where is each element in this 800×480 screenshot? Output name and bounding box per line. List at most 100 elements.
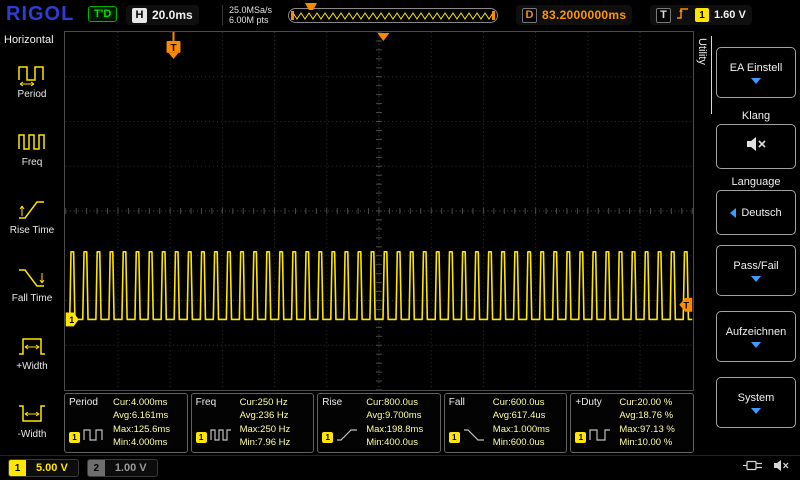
channel-1-scale: 5.00 V: [26, 462, 78, 474]
measurement-panel-duty[interactable]: +Duty 1 Cur:20.00 % Avg:18.76 % Max:97.1…: [570, 393, 694, 453]
menu-item-system[interactable]: System: [716, 372, 796, 433]
measure-cur: Cur:600.0us: [493, 397, 563, 409]
memory-position-bar[interactable]: [288, 8, 498, 23]
measurement-panel-period[interactable]: Period 1 Cur:4.000ms Avg:6.161ms Max:125…: [64, 393, 188, 453]
h-badge: H: [132, 8, 147, 23]
duty-glyph-icon: [589, 428, 611, 447]
memory-window-right-cap: [492, 11, 495, 20]
menu-item-ea-einstell[interactable]: EA Einstell: [716, 42, 796, 103]
svg-text:T: T: [170, 43, 176, 54]
timebase-group[interactable]: H 20.0ms: [126, 5, 199, 25]
measure-avg: Avg:617.4us: [493, 410, 563, 422]
channel-2-badge: 2: [88, 459, 105, 477]
channel-2-scale: 1.00 V: [105, 462, 157, 474]
channel-1-badge: 1: [449, 432, 460, 443]
channel-1-badge: 1: [575, 432, 586, 443]
freq-glyph-icon: [210, 428, 232, 447]
fall-glyph-icon: [463, 428, 485, 447]
trigger-info-group[interactable]: T 1 1.60 V: [650, 5, 752, 25]
trigger-level-value: 1.60 V: [714, 9, 746, 21]
measurement-panel-freq[interactable]: Freq 1 Cur:250 Hz Avg:236 Hz Max:250 Hz …: [191, 393, 315, 453]
freq-icon: [16, 129, 48, 155]
period-icon: [16, 61, 48, 87]
timebase-value: 20.0ms: [152, 8, 193, 22]
plus-width-icon: [16, 333, 48, 359]
graticule-display: T T 1: [64, 31, 694, 391]
left-menu-title: Horizontal: [0, 30, 64, 46]
measure-cur: Cur:250 Hz: [240, 397, 310, 409]
chevron-left-icon: [730, 208, 736, 218]
left-menu-item-fall-time[interactable]: Fall Time: [0, 251, 64, 319]
measure-min: Min:10.00 %: [619, 437, 689, 449]
d-badge: D: [522, 8, 537, 23]
channel-1-badge: 1: [196, 432, 207, 443]
rising-edge-icon: [676, 5, 690, 25]
speaker-muted-icon: [773, 459, 790, 477]
channel-1-badge: 1: [9, 459, 26, 477]
rigol-logo: RIGOL: [6, 3, 74, 26]
measure-cur: Cur:20.00 %: [619, 397, 689, 409]
left-menu-item-plus-width[interactable]: +Width: [0, 319, 64, 387]
measure-avg: Avg:236 Hz: [240, 410, 310, 422]
measure-max: Max:1.000ms: [493, 424, 563, 436]
rise-time-icon: [16, 197, 48, 223]
measurement-panel-rise[interactable]: Rise 1 Cur:800.0us Avg:9.700ms Max:198.8…: [317, 393, 441, 453]
fall-time-icon: [16, 265, 48, 291]
channel-1-status[interactable]: 1 5.00 V: [8, 459, 79, 477]
trigger-source-badge: 1: [695, 8, 709, 22]
svg-text:1: 1: [69, 315, 74, 325]
measure-avg: Avg:18.76 %: [619, 410, 689, 422]
horizontal-offset-value: 83.2000000ms: [542, 8, 626, 22]
measure-min: Min:4.000ms: [113, 437, 183, 449]
usb-icon: [742, 459, 764, 477]
menu-item-aufzeichnen[interactable]: Aufzeichnen: [716, 306, 796, 367]
measure-min: Min:600.0us: [493, 437, 563, 449]
left-menu-item-period[interactable]: Period: [0, 46, 64, 114]
measure-min: Min:400.0us: [366, 437, 436, 449]
measurement-panel-fall[interactable]: Fall 1 Cur:600.0us Avg:617.4us Max:1.000…: [444, 393, 568, 453]
left-menu-item-minus-width[interactable]: -Width: [0, 387, 64, 455]
channel-1-badge: 1: [69, 432, 80, 443]
oscilloscope-screen: RIGOL T'D H 20.0ms 25.0MSa/s 6.00M pts D…: [0, 0, 800, 480]
measure-max: Max:97.13 %: [619, 424, 689, 436]
measurement-bar: Period 1 Cur:4.000ms Avg:6.161ms Max:125…: [64, 393, 694, 453]
memory-depth: 6.00M pts: [229, 15, 272, 25]
measure-max: Max:125.6ms: [113, 424, 183, 436]
language-value: Deutsch: [741, 207, 781, 219]
waveform-canvas: T T 1: [65, 32, 693, 390]
measure-cur: Cur:800.0us: [366, 397, 436, 409]
measure-cur: Cur:4.000ms: [113, 397, 183, 409]
rise-glyph-icon: [336, 428, 358, 447]
sample-rate-block: 25.0MSa/s 6.00M pts: [222, 5, 272, 25]
menu-separator-line: [711, 36, 712, 114]
measure-min: Min:7.96 Hz: [240, 437, 310, 449]
menu-item-klang[interactable]: Klang: [716, 108, 796, 169]
chevron-down-icon: [751, 78, 761, 84]
speaker-muted-icon: [745, 136, 767, 157]
horizontal-offset-group[interactable]: D 83.2000000ms: [516, 5, 632, 25]
sample-rate: 25.0MSa/s: [229, 5, 272, 15]
svg-text:T: T: [684, 300, 690, 310]
right-menu-title: Utility: [696, 38, 708, 65]
menu-item-language[interactable]: Language Deutsch: [716, 174, 796, 235]
channel-1-badge: 1: [322, 432, 333, 443]
channel-2-status[interactable]: 2 1.00 V: [87, 459, 158, 477]
top-status-bar: RIGOL T'D H 20.0ms 25.0MSa/s 6.00M pts D…: [0, 0, 800, 30]
chevron-down-icon: [751, 276, 761, 282]
period-glyph-icon: [83, 428, 105, 447]
left-menu-item-rise-time[interactable]: Rise Time: [0, 182, 64, 250]
measure-avg: Avg:6.161ms: [113, 410, 183, 422]
menu-item-pass-fail[interactable]: Pass/Fail: [716, 240, 796, 301]
right-soft-menu: Utility EA Einstell Klang: [696, 30, 800, 455]
trigger-status-badge: T'D: [88, 6, 117, 22]
memory-window-left-cap: [291, 11, 294, 20]
measure-avg: Avg:9.700ms: [366, 410, 436, 422]
channel-status-bar: 1 5.00 V 2 1.00 V: [0, 455, 800, 480]
chevron-down-icon: [751, 342, 761, 348]
measure-max: Max:198.8ms: [366, 424, 436, 436]
chevron-down-icon: [751, 408, 761, 414]
minus-width-icon: [16, 401, 48, 427]
left-menu-item-freq[interactable]: Freq: [0, 114, 64, 182]
t-badge: T: [656, 8, 671, 23]
memory-waveform-preview: [291, 9, 495, 22]
